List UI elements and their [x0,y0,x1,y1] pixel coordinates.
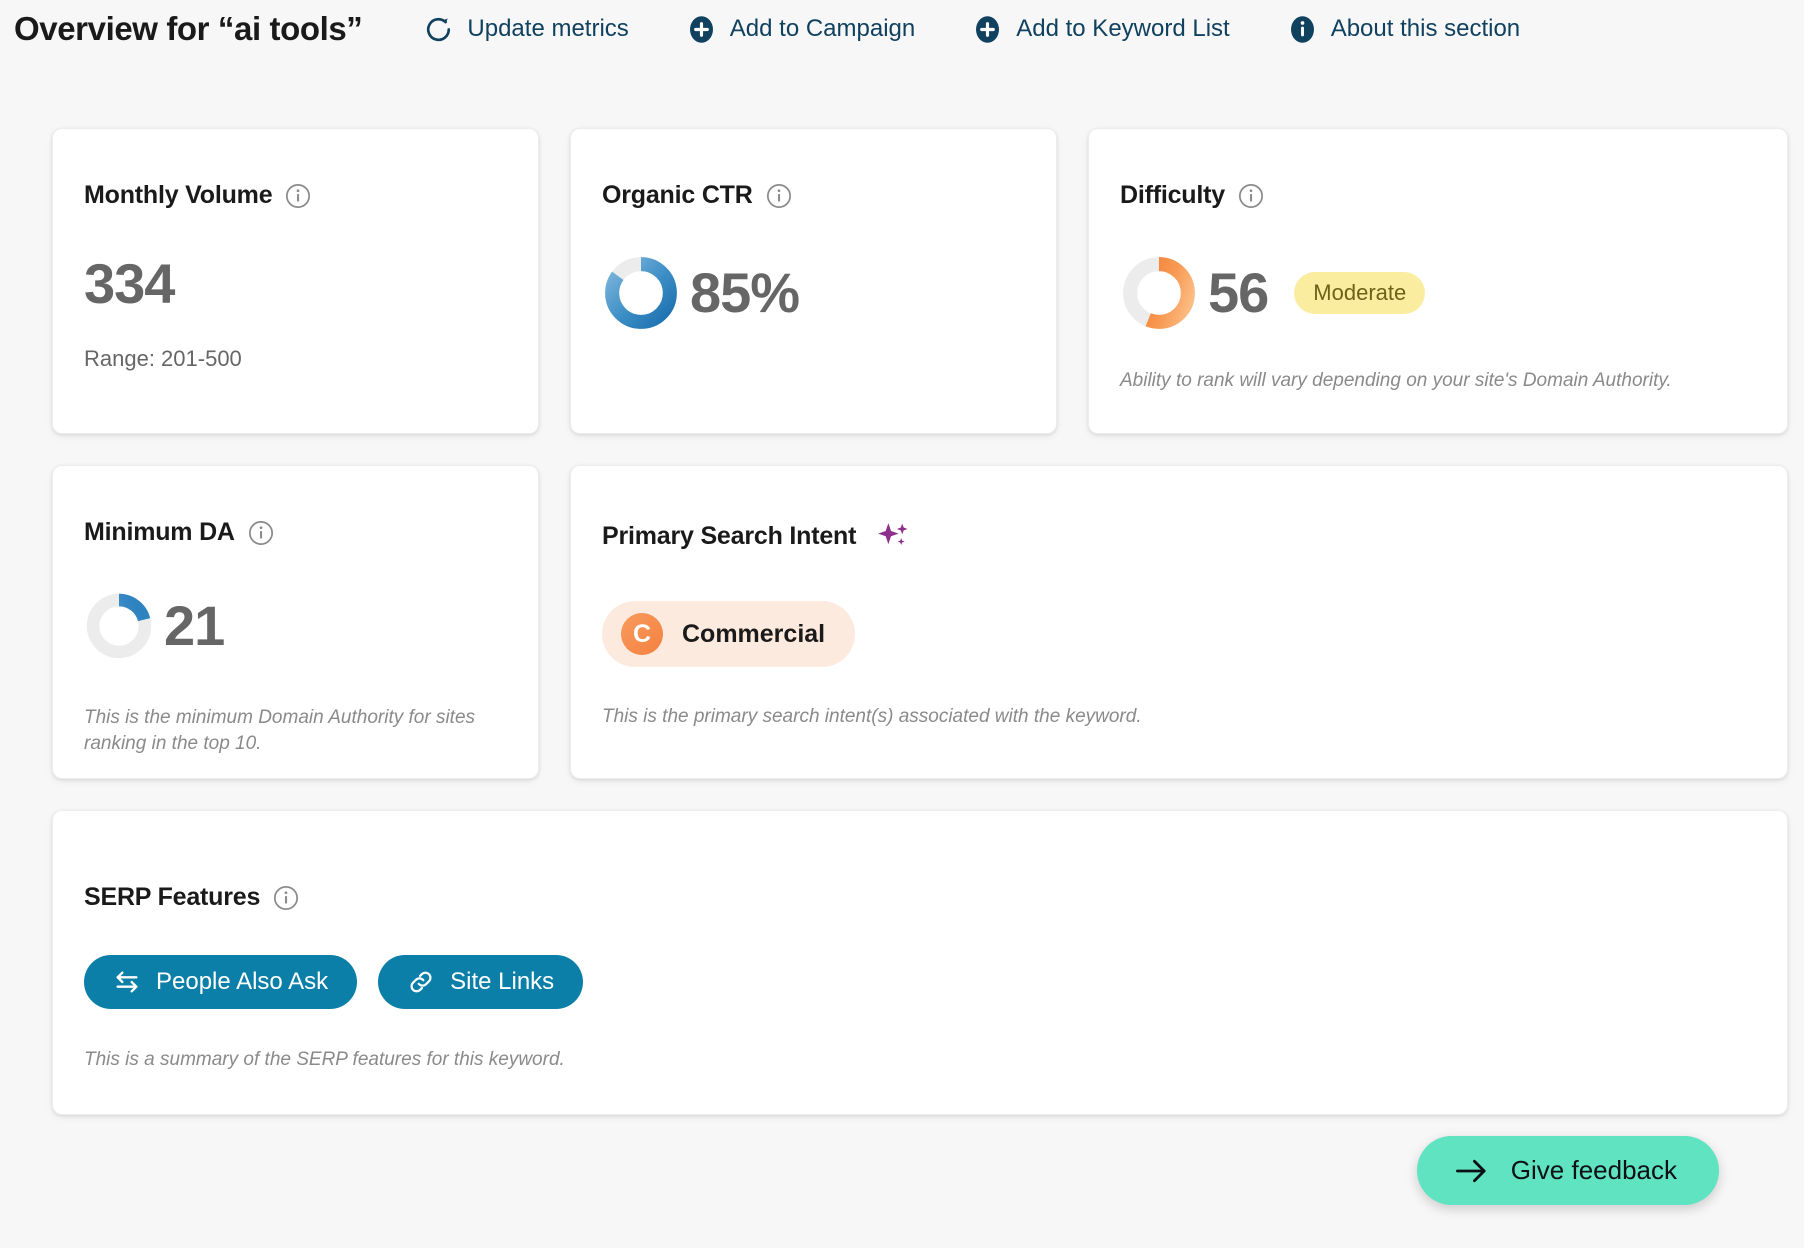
monthly-volume-card: Monthly Volume 334 Range: 201-500 [52,128,539,434]
intent-pill-row: C Commercial [602,601,1756,667]
minimum-da-metric-row: 21 [84,591,507,661]
card-title-label: Difficulty [1120,181,1225,209]
card-title-label: SERP Features [84,883,261,911]
arrows-exchange-icon [113,968,141,996]
info-icon[interactable] [285,183,311,209]
difficulty-status-badge: Moderate [1294,272,1426,314]
info-icon[interactable] [248,520,274,546]
serp-pill-label: Site Links [450,968,555,995]
update-metrics-label: Update metrics [467,15,629,42]
metrics-row-2: Minimum DA 21 This is the minimum Domain… [52,465,1788,779]
sparkle-ai-icon [875,518,912,555]
minimum-da-card: Minimum DA 21 This is the minimum Domain… [52,465,539,779]
monthly-volume-title-row: Monthly Volume [84,181,507,210]
organic-ctr-donut-chart [605,257,677,329]
serp-features-card: SERP Features People Also Ask Site Links… [52,810,1788,1115]
arrow-right-icon [1455,1157,1489,1185]
intent-initial-circle: C [621,613,663,655]
info-circle-icon [1288,15,1317,44]
monthly-volume-value: 334 [84,252,175,315]
page-title: Overview for “ai tools” [14,10,363,47]
monthly-volume-range: Range: 201-500 [84,346,242,371]
metrics-row-1: Monthly Volume 334 Range: 201-500 Organi… [52,128,1788,434]
give-feedback-button[interactable]: Give feedback [1416,1136,1719,1205]
serp-features-note: This is a summary of the SERP features f… [84,1049,565,1070]
minimum-da-value: 21 [164,594,225,657]
organic-ctr-value: 85% [690,261,800,324]
info-icon[interactable] [766,183,792,209]
organic-ctr-metric-row: 85% [602,254,1025,332]
refresh-icon [424,15,453,44]
serp-features-title-row: SERP Features [84,883,1756,912]
overview-page: Overview for “ai tools” Update metrics A… [0,0,1804,1248]
minimum-da-title-row: Minimum DA [84,518,507,547]
intent-commercial-pill[interactable]: C Commercial [602,601,856,667]
serp-feature-pill-list: People Also Ask Site Links [84,955,1756,1009]
metrics-grid: Monthly Volume 334 Range: 201-500 Organi… [52,128,1788,1146]
update-metrics-button[interactable]: Update metrics [424,15,629,44]
serp-pill-label: People Also Ask [156,968,329,995]
card-title-label: Minimum DA [84,518,235,546]
add-to-campaign-button[interactable]: Add to Campaign [687,15,915,44]
about-this-section-label: About this section [1330,15,1521,42]
difficulty-donut-chart [1123,257,1195,329]
give-feedback-label: Give feedback [1510,1155,1677,1185]
intent-label: Commercial [682,619,826,648]
organic-ctr-card: Organic CTR 85% [570,128,1057,434]
card-title-label: Monthly Volume [84,181,273,209]
minimum-da-donut-chart [86,593,152,659]
primary-search-intent-note: This is the primary search intent(s) ass… [602,706,1142,727]
organic-ctr-title-row: Organic CTR [602,181,1025,210]
plus-circle-icon [687,15,716,44]
add-to-campaign-label: Add to Campaign [729,15,916,42]
serp-pill-people-also-ask[interactable]: People Also Ask [84,955,358,1009]
info-icon[interactable] [273,885,299,911]
page-header: Overview for “ai tools” Update metrics A… [0,0,1804,58]
difficulty-title-row: Difficulty [1120,181,1756,210]
difficulty-metric-row: 56 Moderate [1120,254,1756,332]
about-this-section-button[interactable]: About this section [1288,15,1520,44]
primary-search-intent-title-row: Primary Search Intent [602,518,1756,555]
info-icon[interactable] [1238,183,1264,209]
card-title-label: Organic CTR [602,181,753,209]
serp-pill-site-links[interactable]: Site Links [378,955,584,1009]
primary-search-intent-card: Primary Search Intent C Commercial This … [570,465,1788,779]
difficulty-card: Difficulty 56 Moderate Ability to rank w… [1088,128,1788,434]
card-title-label: Primary Search Intent [602,522,857,550]
difficulty-value: 56 [1208,261,1269,324]
link-icon [407,968,435,996]
minimum-da-note: This is the minimum Domain Authority for… [84,707,476,754]
plus-circle-icon [973,15,1002,44]
metrics-row-3: SERP Features People Also Ask Site Links… [52,810,1788,1115]
add-to-keyword-list-button[interactable]: Add to Keyword List [973,15,1230,44]
difficulty-note: Ability to rank will vary depending on y… [1120,370,1672,391]
add-to-keyword-list-label: Add to Keyword List [1016,15,1230,42]
